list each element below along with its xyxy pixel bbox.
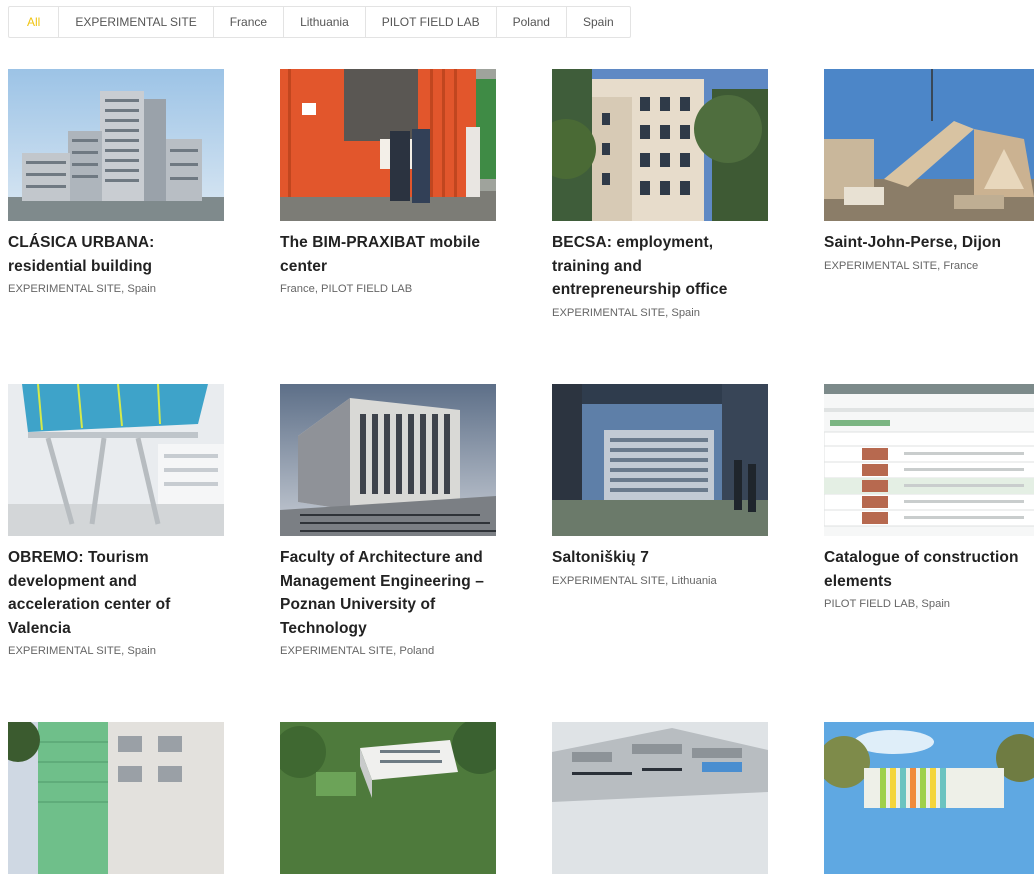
project-tags: EXPERIMENTAL SITE, Spain [8, 645, 156, 657]
project-tags: EXPERIMENTAL SITE, France [824, 259, 979, 272]
project-tags: EXPERIMENTAL SITE, Poland [280, 645, 435, 657]
project-thumbnail[interactable] [8, 384, 224, 536]
project-card[interactable]: Catalogue of construction elements PILOT… [824, 384, 1034, 610]
project-title[interactable]: Saltoniškių 7 [552, 546, 764, 570]
project-title[interactable]: OBREMO: Tourism development and accelera… [8, 546, 220, 640]
project-title[interactable]: Saint-John-Perse, Dijon [824, 231, 1034, 255]
project-thumbnail[interactable] [280, 722, 496, 874]
filter-poland[interactable]: Poland [497, 7, 567, 37]
project-thumbnail[interactable] [824, 69, 1034, 221]
project-card[interactable]: Saint-John-Perse, Dijon EXPERIMENTAL SIT… [824, 69, 1034, 272]
project-card[interactable]: Faculty of Architecture and Management E… [280, 384, 496, 657]
filter-all[interactable]: All [9, 7, 60, 37]
project-tags: EXPERIMENTAL SITE, Lithuania [552, 574, 717, 587]
project-thumbnail[interactable] [552, 722, 768, 874]
project-tags: PILOT FIELD LAB, Spain [824, 598, 951, 610]
project-tags: EXPERIMENTAL SITE, Spain [552, 306, 700, 319]
portfolio-filter-bar: All EXPERIMENTAL SITE France Lithuania P… [8, 6, 631, 38]
project-card[interactable]: CLÁSICA URBANA: residential building EXP… [8, 69, 224, 295]
project-thumbnail[interactable] [280, 384, 496, 536]
project-title[interactable]: The BIM-PRAXIBAT mobile center [280, 231, 492, 278]
project-thumbnail[interactable] [8, 722, 224, 874]
project-card[interactable] [552, 722, 768, 874]
project-title[interactable]: CLÁSICA URBANA: residential building [8, 231, 220, 278]
project-title[interactable]: Catalogue of construction elements [824, 546, 1034, 593]
project-thumbnail[interactable] [280, 69, 496, 221]
project-tags: France, PILOT FIELD LAB [280, 283, 413, 295]
filter-lithuania[interactable]: Lithuania [284, 7, 366, 37]
project-thumbnail[interactable] [8, 69, 224, 221]
project-card[interactable] [8, 722, 224, 874]
filter-experimental-site[interactable]: EXPERIMENTAL SITE [59, 7, 214, 37]
project-tags: EXPERIMENTAL SITE, Spain [8, 283, 156, 295]
project-title[interactable]: Faculty of Architecture and Management E… [280, 546, 492, 640]
project-card[interactable] [280, 722, 496, 874]
project-thumbnail[interactable] [552, 69, 768, 221]
project-thumbnail[interactable] [824, 384, 1034, 536]
project-card[interactable]: Saltoniškių 7 EXPERIMENTAL SITE, Lithuan… [552, 384, 768, 587]
project-thumbnail[interactable] [824, 722, 1034, 874]
filter-spain[interactable]: Spain [567, 7, 630, 37]
filter-france[interactable]: France [214, 7, 285, 37]
project-title[interactable]: BECSA: employment, training and entrepre… [552, 231, 764, 302]
project-card[interactable]: The BIM-PRAXIBAT mobile center France, P… [280, 69, 496, 295]
project-card[interactable]: BECSA: employment, training and entrepre… [552, 69, 768, 319]
project-card[interactable] [824, 722, 1034, 874]
project-thumbnail[interactable] [552, 384, 768, 536]
filter-pilot-field-lab[interactable]: PILOT FIELD LAB [366, 7, 497, 37]
project-card[interactable]: OBREMO: Tourism development and accelera… [8, 384, 224, 657]
